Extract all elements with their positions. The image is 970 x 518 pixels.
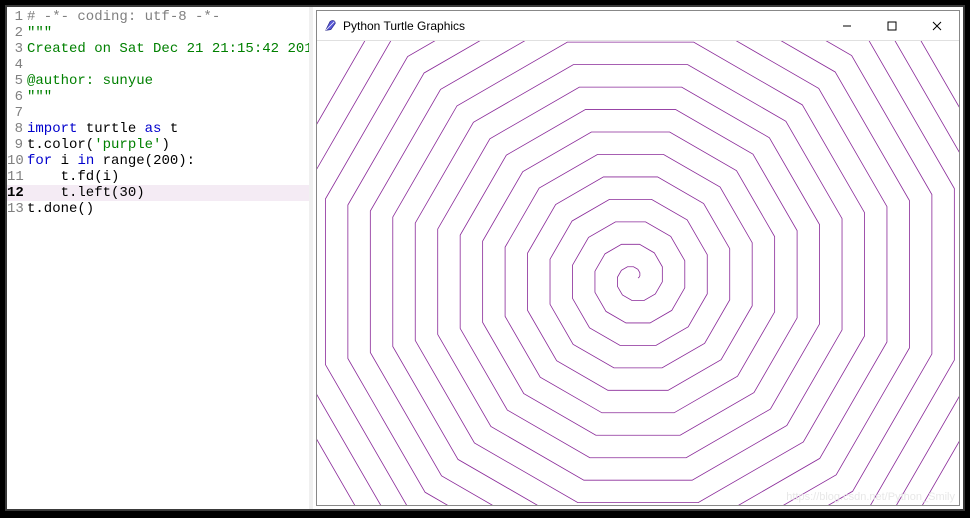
code-text: """	[27, 89, 309, 105]
line-number: 1	[7, 9, 27, 25]
code-text	[27, 57, 309, 73]
code-text: t.done()	[27, 201, 309, 217]
code-line[interactable]: 3Created on Sat Dec 21 21:15:42 2019	[7, 41, 309, 57]
code-line[interactable]: 7	[7, 105, 309, 121]
code-text: # -*- coding: utf-8 -*-	[27, 9, 309, 25]
line-number: 8	[7, 121, 27, 137]
code-line[interactable]: 12 t.left(30)	[7, 185, 309, 201]
code-line[interactable]: 8import turtle as t	[7, 121, 309, 137]
turtle-canvas	[317, 41, 959, 505]
minimize-button[interactable]	[824, 11, 869, 41]
code-editor[interactable]: 1# -*- coding: utf-8 -*-2"""3Created on …	[7, 7, 309, 509]
splitter[interactable]	[309, 7, 313, 509]
code-text: @author: sunyue	[27, 73, 309, 89]
maximize-button[interactable]	[869, 11, 914, 41]
close-button[interactable]	[914, 11, 959, 41]
feather-icon	[317, 19, 337, 33]
line-number: 3	[7, 41, 27, 57]
code-text: """	[27, 25, 309, 41]
line-number: 12	[7, 185, 27, 201]
code-text	[27, 105, 309, 121]
title-bar[interactable]: Python Turtle Graphics	[317, 11, 959, 41]
code-text: t.fd(i)	[27, 169, 309, 185]
code-text: Created on Sat Dec 21 21:15:42 2019	[27, 41, 309, 57]
line-number: 2	[7, 25, 27, 41]
code-line[interactable]: 10for i in range(200):	[7, 153, 309, 169]
line-number: 13	[7, 201, 27, 217]
line-number: 9	[7, 137, 27, 153]
code-line[interactable]: 6"""	[7, 89, 309, 105]
window-title: Python Turtle Graphics	[337, 19, 824, 33]
line-number: 4	[7, 57, 27, 73]
code-line[interactable]: 5@author: sunyue	[7, 73, 309, 89]
code-line[interactable]: 4	[7, 57, 309, 73]
code-line[interactable]: 2"""	[7, 25, 309, 41]
turtle-drawing	[317, 41, 959, 505]
line-number: 7	[7, 105, 27, 121]
line-number: 5	[7, 73, 27, 89]
code-line[interactable]: 13t.done()	[7, 201, 309, 217]
code-line[interactable]: 11 t.fd(i)	[7, 169, 309, 185]
line-number: 10	[7, 153, 27, 169]
line-number: 6	[7, 89, 27, 105]
turtle-window: Python Turtle Graphics	[316, 10, 960, 506]
code-text: t.color('purple')	[27, 137, 309, 153]
code-text: import turtle as t	[27, 121, 309, 137]
code-text: for i in range(200):	[27, 153, 309, 169]
code-text: t.left(30)	[27, 185, 309, 201]
code-line[interactable]: 9t.color('purple')	[7, 137, 309, 153]
line-number: 11	[7, 169, 27, 185]
code-line[interactable]: 1# -*- coding: utf-8 -*-	[7, 9, 309, 25]
